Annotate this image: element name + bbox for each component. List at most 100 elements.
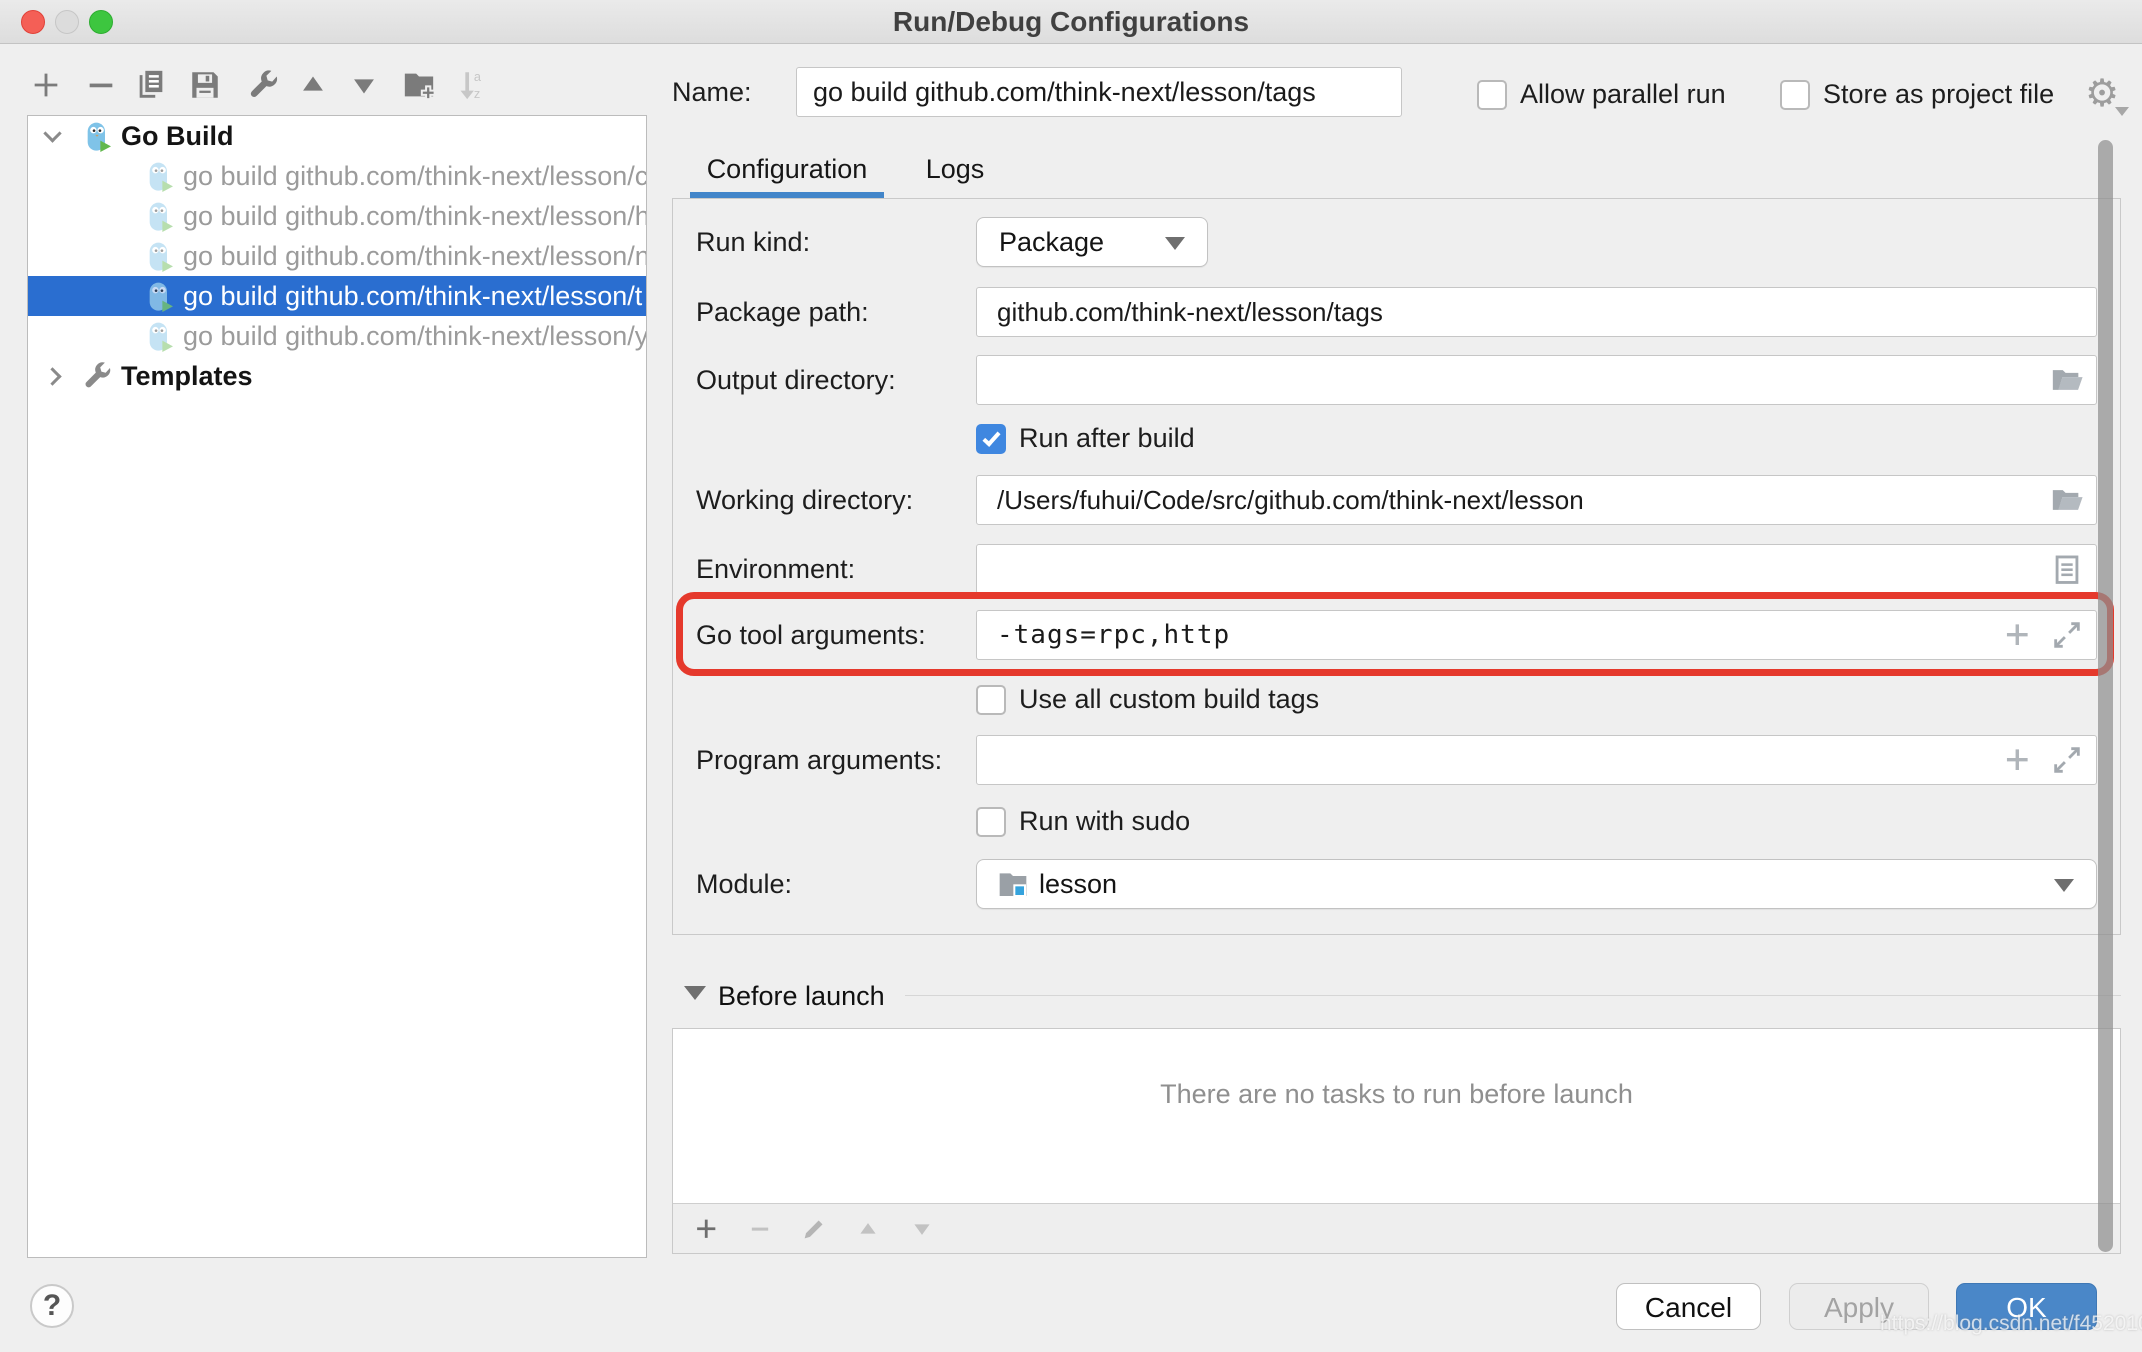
svg-text:a: a (474, 69, 482, 84)
module-label: Module: (696, 859, 792, 909)
chevron-down-icon (1165, 237, 1185, 250)
run-with-sudo-checkbox[interactable] (976, 807, 1006, 837)
tree-node-label: Templates (121, 361, 253, 392)
help-button[interactable]: ? (30, 1284, 74, 1328)
use-all-custom-build-tags-checkbox[interactable] (976, 685, 1006, 715)
module-value: lesson (1039, 869, 1117, 900)
expand-field-icon[interactable] (2049, 617, 2085, 653)
add-configuration-icon[interactable] (27, 66, 65, 104)
store-as-project-file-label: Store as project file (1823, 79, 2054, 110)
watermark-text: https://blog.csdn.net/f4520107395 (1880, 1312, 2138, 1336)
output-directory-field[interactable] (976, 355, 2097, 405)
program-arguments-field[interactable] (976, 735, 2097, 785)
program-arguments-input[interactable] (976, 735, 2097, 785)
environment-variables-list-icon[interactable] (2049, 551, 2085, 587)
use-all-custom-build-tags-label: Use all custom build tags (1019, 684, 1319, 715)
package-path-label: Package path: (696, 287, 869, 337)
tree-item-label: go build github.com/think-next/lesson/t (183, 281, 642, 312)
chevron-down-icon (2054, 879, 2074, 892)
tree-item-run-config[interactable]: go build github.com/think-next/lesson/y (28, 316, 646, 356)
environment-label: Environment: (696, 544, 855, 594)
titlebar: Run/Debug Configurations (0, 0, 2142, 44)
tree-item-run-config[interactable]: go build github.com/think-next/lesson/n (28, 236, 646, 276)
working-directory-field[interactable] (976, 475, 2097, 525)
tree-item-run-config-selected[interactable]: go build github.com/think-next/lesson/t (28, 276, 646, 316)
tree-node-label: Go Build (121, 121, 233, 152)
working-directory-label: Working directory: (696, 475, 913, 525)
package-path-input[interactable] (976, 287, 2097, 337)
tree-node-go-build[interactable]: Go Build (28, 116, 646, 156)
go-tool-arguments-input[interactable] (976, 610, 2097, 660)
allow-parallel-run-label: Allow parallel run (1520, 79, 1726, 110)
name-input[interactable] (796, 67, 1402, 117)
tree-item-label: go build github.com/think-next/lesson/c (183, 161, 646, 192)
gear-dropdown-arrow-icon (2115, 107, 2129, 116)
tree-item-label: go build github.com/think-next/lesson/h (183, 201, 646, 232)
move-task-up-icon (853, 1214, 883, 1244)
move-up-icon[interactable] (294, 66, 332, 104)
store-as-project-file-checkbox[interactable] (1780, 80, 1810, 110)
gear-icon[interactable]: ⚙ (2079, 70, 2125, 116)
environment-input[interactable] (976, 544, 2097, 594)
run-kind-value: Package (999, 227, 1104, 258)
go-build-icon (79, 118, 115, 154)
tree-item-label: go build github.com/think-next/lesson/y (183, 321, 646, 352)
before-launch-tasks-panel: There are no tasks to run before launch (672, 1028, 2121, 1254)
store-as-project-file-row[interactable]: Store as project file (1780, 79, 2054, 110)
tree-item-label: go build github.com/think-next/lesson/n (183, 241, 646, 272)
remove-configuration-icon[interactable] (82, 66, 120, 104)
run-debug-configurations-dialog: Run/Debug Configurations a z (0, 0, 2142, 1352)
add-task-icon[interactable] (691, 1214, 721, 1244)
working-directory-input[interactable] (976, 475, 2097, 525)
run-after-build-checkbox[interactable] (976, 424, 1006, 454)
add-macro-plus-icon[interactable] (1999, 742, 2035, 778)
allow-parallel-run-checkbox[interactable] (1477, 80, 1507, 110)
go-run-config-icon (141, 198, 177, 234)
run-with-sudo-row[interactable]: Run with sudo (976, 806, 1190, 837)
before-launch-collapse-icon[interactable] (684, 986, 706, 1000)
run-after-build-row[interactable]: Run after build (976, 423, 1195, 454)
chevron-right-icon[interactable] (43, 367, 61, 385)
copy-configuration-icon[interactable] (132, 66, 170, 104)
environment-field[interactable] (976, 544, 2097, 594)
run-kind-label: Run kind: (696, 217, 810, 267)
run-after-build-label: Run after build (1019, 423, 1195, 454)
run-kind-dropdown[interactable]: Package (976, 217, 1208, 267)
add-macro-plus-icon[interactable] (1999, 617, 2035, 653)
chevron-down-icon[interactable] (43, 124, 61, 142)
go-tool-arguments-label: Go tool arguments: (696, 610, 926, 660)
output-directory-label: Output directory: (696, 355, 896, 405)
browse-folder-icon[interactable] (2049, 362, 2085, 398)
vertical-scrollbar[interactable] (2098, 140, 2113, 1252)
cancel-button[interactable]: Cancel (1616, 1283, 1761, 1330)
edit-task-pencil-icon (799, 1214, 829, 1244)
new-folder-icon[interactable] (400, 66, 438, 104)
go-run-config-icon (141, 238, 177, 274)
save-configuration-icon[interactable] (186, 66, 224, 104)
output-directory-input[interactable] (976, 355, 2097, 405)
module-icon (995, 866, 1031, 902)
edit-defaults-wrench-icon[interactable] (244, 66, 282, 104)
use-all-custom-build-tags-row[interactable]: Use all custom build tags (976, 684, 1319, 715)
tree-item-run-config[interactable]: go build github.com/think-next/lesson/h (28, 196, 646, 236)
program-arguments-label: Program arguments: (696, 735, 942, 785)
before-launch-divider (905, 995, 2121, 996)
package-path-field[interactable] (976, 287, 2097, 337)
tab-configuration[interactable]: Configuration (690, 146, 884, 192)
tab-logs[interactable]: Logs (898, 146, 1012, 192)
tree-node-templates[interactable]: Templates (28, 356, 646, 396)
sort-alphabetically-icon: a z (452, 66, 490, 104)
go-run-config-icon (141, 158, 177, 194)
move-down-icon[interactable] (345, 66, 383, 104)
module-dropdown[interactable]: lesson (976, 859, 2097, 909)
allow-parallel-run-row[interactable]: Allow parallel run (1477, 79, 1726, 110)
go-run-config-icon (141, 318, 177, 354)
tree-item-run-config[interactable]: go build github.com/think-next/lesson/c (28, 156, 646, 196)
browse-folder-icon[interactable] (2049, 482, 2085, 518)
go-tool-arguments-field[interactable] (976, 610, 2097, 660)
svg-text:z: z (474, 86, 480, 101)
configuration-form: Run kind: Package Package path: Output d… (672, 198, 2121, 935)
expand-field-icon[interactable] (2049, 742, 2085, 778)
configurations-tree: Go Build go build github.com/think-next/… (27, 115, 647, 1258)
before-launch-toolbar (673, 1203, 2120, 1253)
